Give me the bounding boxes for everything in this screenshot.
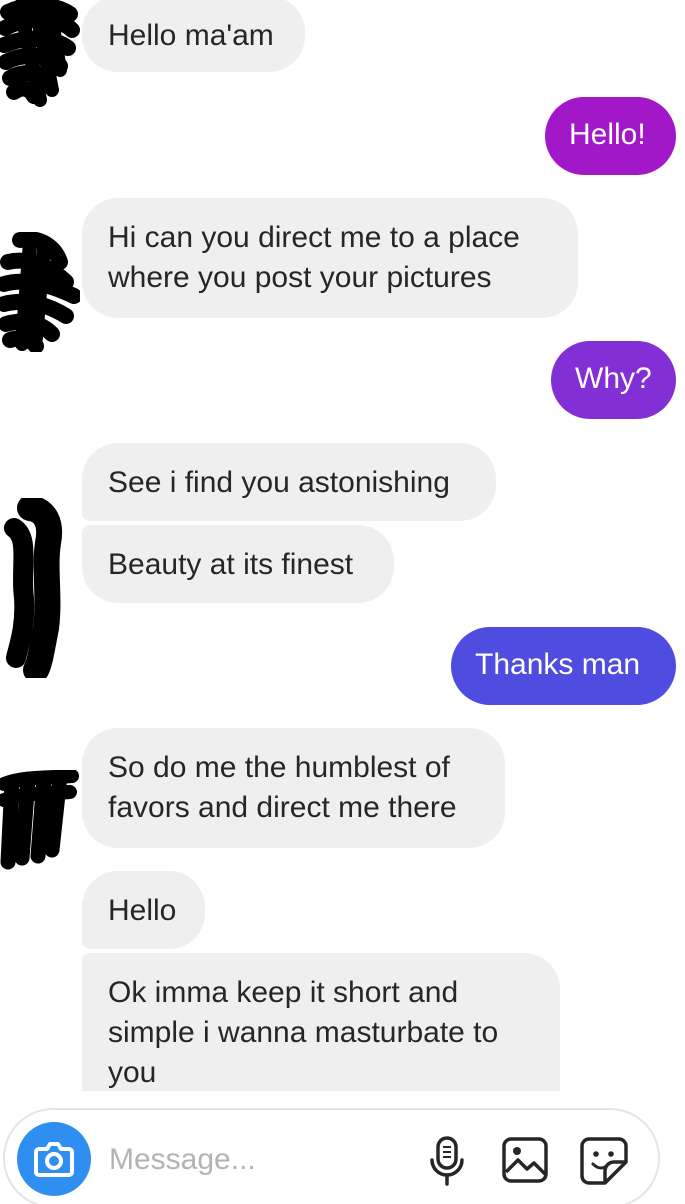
incoming-message[interactable]: Hello bbox=[82, 871, 205, 949]
outgoing-message[interactable]: Why? bbox=[551, 341, 676, 419]
camera-button[interactable] bbox=[17, 1122, 91, 1196]
redacted-avatar bbox=[0, 0, 80, 107]
message-composer: Message... bbox=[3, 1108, 660, 1204]
microphone-icon[interactable] bbox=[423, 1134, 471, 1188]
incoming-message[interactable]: Hello ma'am bbox=[82, 0, 305, 72]
redacted-avatar bbox=[0, 770, 79, 870]
chat-screen: Hello ma'am Hello! Hi can you direct me … bbox=[0, 0, 685, 1204]
redacted-avatar bbox=[4, 498, 62, 678]
incoming-message[interactable]: See i find you astonishing bbox=[82, 443, 496, 521]
sticker-icon[interactable] bbox=[577, 1134, 631, 1188]
incoming-message[interactable]: So do me the humblest of favors and dire… bbox=[82, 728, 505, 848]
incoming-message[interactable]: Hi can you direct me to a place where yo… bbox=[82, 198, 578, 318]
incoming-message[interactable]: Beauty at its finest bbox=[82, 525, 394, 603]
incoming-message[interactable]: Ok imma keep it short and simple i wanna… bbox=[82, 953, 560, 1093]
outgoing-message[interactable]: Hello! bbox=[545, 97, 676, 175]
redacted-avatar bbox=[0, 232, 80, 352]
camera-icon bbox=[34, 1142, 74, 1177]
message-input[interactable]: Message... bbox=[109, 1140, 256, 1180]
outgoing-message[interactable]: Thanks man bbox=[451, 627, 676, 705]
image-icon[interactable] bbox=[499, 1134, 551, 1186]
scroll-edge bbox=[0, 1091, 685, 1108]
